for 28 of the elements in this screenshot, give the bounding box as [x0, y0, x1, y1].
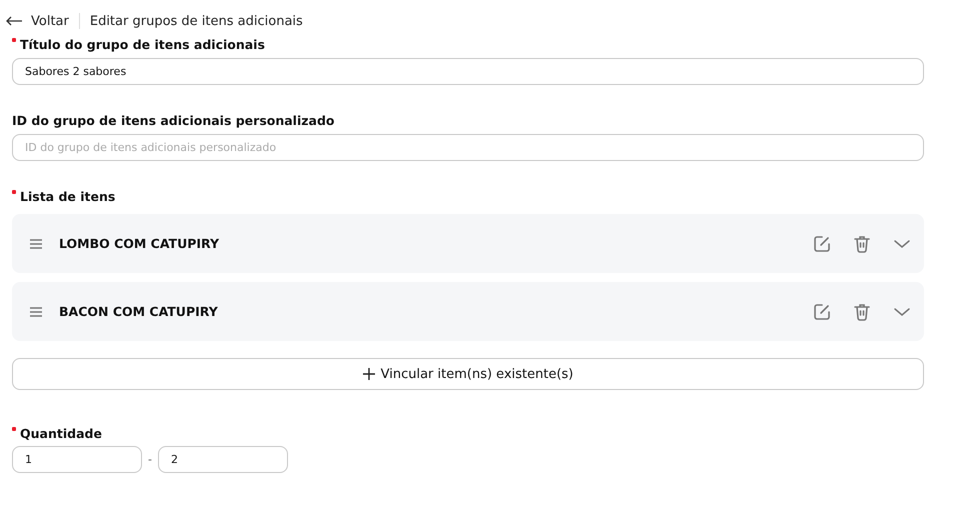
trash-icon — [852, 302, 872, 322]
link-items-button[interactable]: Vincular item(ns) existente(s) — [12, 358, 924, 390]
back-button[interactable]: Voltar — [6, 14, 79, 28]
field-label: Título do grupo de itens adicionais — [20, 36, 265, 52]
max-quantity-input[interactable]: 2 — [158, 446, 288, 473]
field-label: Quantidade — [20, 426, 102, 440]
field-label: ID do grupo de itens adicionais personalizado — [12, 112, 334, 128]
drag-handle-icon — [29, 238, 43, 250]
trash-icon — [852, 234, 872, 254]
page-title: Editar grupos de itens adicionais — [90, 14, 303, 28]
list-item[interactable]: LOMBO COM CATUPIRY — [12, 214, 924, 273]
plus-icon — [362, 368, 375, 380]
edit-icon — [812, 302, 832, 322]
field-label: Lista de itens — [20, 188, 116, 204]
arrow-left-icon — [6, 16, 23, 26]
id-input[interactable]: ID do grupo de itens adicionais personalizado — [12, 134, 924, 161]
drag-handle-icon — [29, 306, 43, 318]
delete-button[interactable] — [852, 302, 872, 322]
item-name: LOMBO COM CATUPIRY — [59, 236, 220, 251]
range-separator: - — [148, 453, 152, 466]
delete-button[interactable] — [852, 234, 872, 254]
list-item[interactable]: BACON COM CATUPIRY — [12, 282, 924, 341]
min-quantity-input[interactable]: 1 — [12, 446, 142, 473]
edit-button[interactable] — [812, 302, 832, 322]
title-input[interactable]: Sabores 2 sabores — [12, 58, 924, 85]
edit-button[interactable] — [812, 234, 832, 254]
edit-icon — [812, 234, 832, 254]
item-name: BACON COM CATUPIRY — [59, 304, 219, 319]
